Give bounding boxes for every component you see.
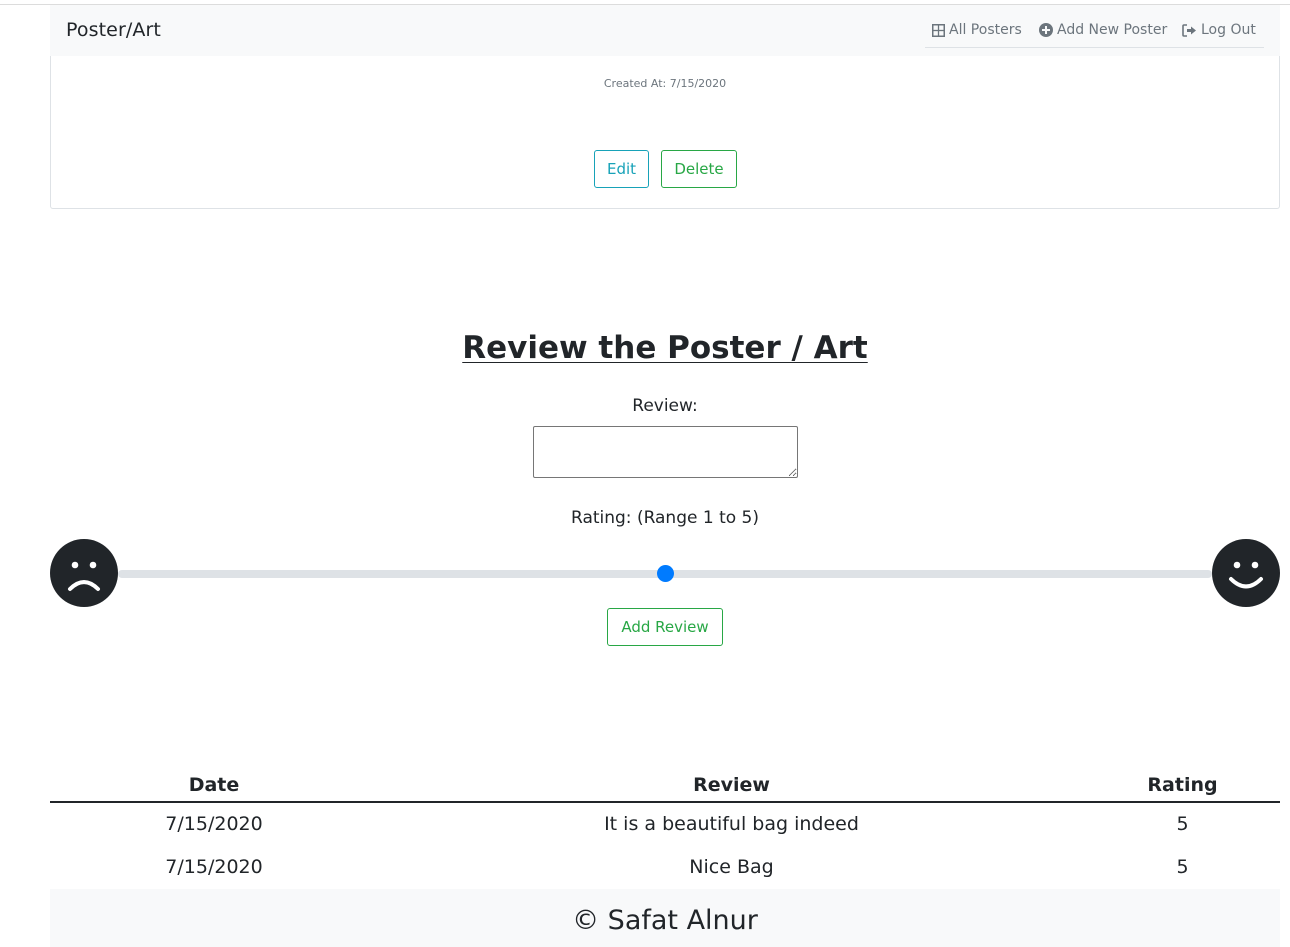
footer-copyright: © Safat Alnur [572, 905, 758, 936]
edit-button[interactable]: Edit [594, 150, 649, 188]
grid-icon [932, 23, 945, 37]
nav-links: All Posters Add New Poster Log Out [925, 17, 1264, 48]
plus-circle-icon [1039, 23, 1053, 37]
row-rating: 5 [1176, 813, 1189, 835]
rating-label: Rating: (Range 1 to 5) [571, 508, 759, 528]
delete-button[interactable]: Delete [661, 150, 737, 188]
nav-log-out-label: Log Out [1201, 22, 1256, 38]
review-section-title: Review the Poster / Art [462, 330, 868, 366]
row-date: 7/15/2020 [165, 813, 263, 835]
nav-log-out[interactable]: Log Out [1182, 22, 1256, 38]
row-review: It is a beautiful bag indeed [604, 813, 859, 835]
table-row: 7/15/2020 Nice Bag 5 [50, 845, 1280, 888]
row-date: 7/15/2020 [165, 855, 263, 878]
sign-out-icon [1182, 23, 1196, 37]
nav-all-posters-label: All Posters [949, 22, 1022, 38]
sad-face-icon [50, 539, 118, 607]
header-review: Review [378, 768, 1085, 803]
navbar: Poster/Art All Posters Add New Poster Lo [50, 5, 1280, 56]
add-review-button[interactable]: Add Review [607, 608, 723, 646]
nav-all-posters[interactable]: All Posters [932, 22, 1022, 38]
table-header-row: Date Review Rating [50, 768, 1280, 803]
nav-add-new-poster[interactable]: Add New Poster [1039, 22, 1167, 38]
footer: © Safat Alnur [50, 889, 1280, 947]
row-review: Nice Bag [689, 855, 774, 878]
row-rating: 5 [1176, 855, 1189, 878]
created-at-text: Created At: 7/15/2020 [603, 77, 727, 90]
happy-face-icon [1212, 539, 1280, 607]
review-label: Review: [632, 396, 698, 416]
rating-slider-thumb[interactable] [656, 565, 674, 582]
table-row: 7/15/2020 It is a beautiful bag indeed 5 [50, 802, 1280, 845]
nav-add-new-poster-label: Add New Poster [1057, 22, 1168, 38]
header-rating: Rating [1085, 768, 1280, 803]
navbar-brand[interactable]: Poster/Art [66, 19, 161, 41]
review-textarea[interactable] [533, 426, 798, 478]
header-date: Date [50, 768, 378, 803]
reviews-table: Date Review Rating 7/15/2020 It is a bea… [50, 768, 1280, 888]
